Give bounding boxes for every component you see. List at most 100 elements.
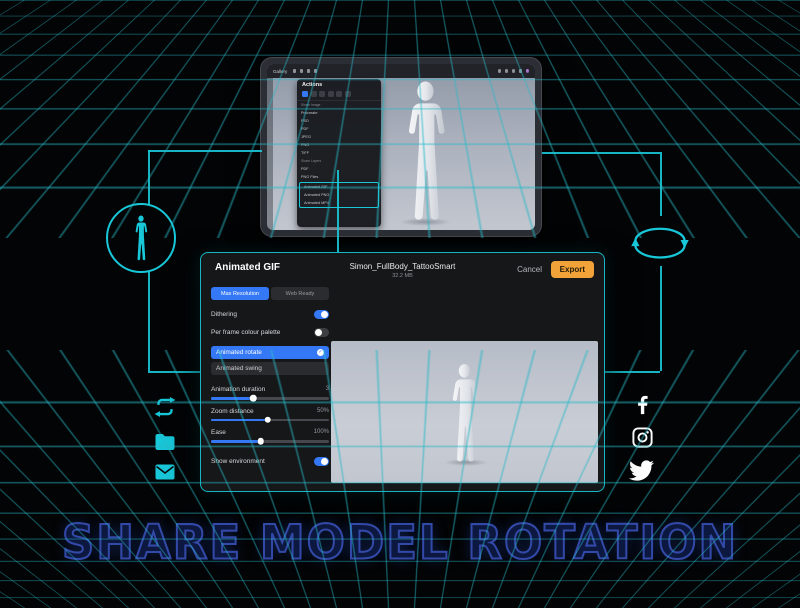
video-tab-icon[interactable] — [319, 91, 325, 97]
help-tab-icon[interactable] — [336, 91, 342, 97]
share-tab-icon[interactable] — [302, 91, 308, 97]
twitter-icon — [629, 458, 654, 488]
slider-value: 50% — [317, 408, 329, 415]
zoom-distance-slider: Zoom distance 50% — [211, 408, 329, 422]
tablet-mockup: Gallery Actions — [260, 57, 542, 237]
menu-item[interactable]: PDF — [297, 125, 381, 133]
slider-fill — [211, 440, 261, 443]
layers-icon[interactable] — [519, 69, 523, 73]
connector-line — [148, 150, 262, 152]
cancel-button[interactable]: Cancel — [517, 265, 542, 274]
model-3d-figure — [443, 363, 486, 463]
menu-item[interactable]: PNG — [297, 141, 381, 149]
menu-item[interactable]: Procreate — [297, 109, 381, 117]
menu-item[interactable]: TIFF — [297, 149, 381, 157]
actions-menu-tabs — [297, 90, 381, 101]
connector-line — [660, 152, 662, 216]
banner: SHARE MODEL ROTATION — [0, 516, 800, 569]
misc-tab-icon[interactable] — [345, 91, 351, 97]
per-frame-palette-label: Per frame colour palette — [211, 329, 280, 336]
slider-track[interactable] — [211, 397, 329, 400]
adjustments-icon[interactable] — [300, 69, 304, 73]
dithering-row: Dithering — [211, 310, 329, 319]
slider-label: Zoom distance — [211, 408, 254, 415]
resolution-tab[interactable]: Max Resolution — [211, 287, 269, 300]
connector-line — [148, 150, 150, 204]
resolution-tab[interactable]: Web Ready — [271, 287, 329, 300]
per-frame-palette-row: Per frame colour palette — [211, 328, 329, 337]
transform-icon[interactable] — [314, 69, 318, 73]
model-figure-icon — [106, 203, 176, 273]
actions-menu: Actions Share ImageProcreatePSDPDFJPEGPN… — [297, 79, 381, 227]
gallery-button[interactable]: Gallery — [273, 69, 287, 74]
menu-item[interactable]: PSD — [297, 117, 381, 125]
selection-icon[interactable] — [307, 69, 311, 73]
checkmark-icon: ✓ — [317, 349, 324, 356]
slider-fill — [211, 397, 253, 400]
menu-item[interactable]: Animated GIF — [300, 183, 378, 191]
show-environment-row: Show environment — [211, 457, 329, 466]
actions-menu-rows: Share ImageProcreatePSDPDFJPEGPNGTIFFSha… — [297, 101, 381, 208]
connector-line — [660, 266, 662, 371]
slider-fill — [211, 419, 268, 422]
actions-menu-title: Actions — [297, 79, 381, 90]
toggle-knob — [321, 311, 328, 318]
per-frame-palette-toggle[interactable] — [314, 328, 329, 337]
slider-thumb[interactable] — [250, 395, 257, 402]
gif-preview — [331, 341, 598, 483]
dialog-title: Animated GIF — [215, 262, 280, 273]
menu-item[interactable]: JPEG — [297, 133, 381, 141]
poster-stage: Gallery Actions — [0, 0, 800, 608]
export-settings: Max Resolution Web Ready Dithering Per f… — [211, 287, 329, 466]
color-swatch-icon[interactable] — [526, 69, 530, 73]
toggle-knob — [315, 329, 322, 336]
mail-icon — [151, 460, 179, 489]
connector-line — [605, 371, 660, 373]
brush-icon[interactable] — [498, 69, 502, 73]
slider-value: 100% — [314, 429, 329, 436]
share-arrows-icon — [152, 394, 178, 425]
banner-title: SHARE MODEL ROTATION — [62, 515, 738, 570]
file-size: 32.2 MB — [201, 273, 604, 279]
connector-line — [542, 152, 660, 154]
show-environment-label: Show environment — [211, 458, 265, 465]
slider-thumb[interactable] — [257, 438, 264, 445]
menu-item[interactable]: Animated PNG — [300, 191, 378, 199]
menu-item: Share Image — [297, 101, 381, 109]
slider-label: Animation duration — [211, 386, 265, 393]
menu-item[interactable]: PDF — [297, 165, 381, 173]
slider-track[interactable] — [211, 440, 329, 443]
menu-item: Share Layers — [297, 157, 381, 165]
export-button[interactable]: Export — [551, 261, 594, 278]
animated-gif-dialog: Animated GIF Simon_FullBody_TattooSmart … — [200, 252, 605, 492]
dithering-toggle[interactable] — [314, 310, 329, 319]
smudge-icon[interactable] — [505, 69, 509, 73]
slider-track[interactable] — [211, 419, 329, 422]
procreate-toolbar: Gallery — [267, 64, 535, 78]
mode-label: Animated swing — [216, 365, 262, 372]
person-icon — [131, 215, 151, 261]
dithering-label: Dithering — [211, 311, 237, 318]
animated-rotate-option[interactable]: Animated rotate ✓ — [211, 346, 329, 359]
wrench-icon[interactable] — [293, 69, 297, 73]
animated-swing-option[interactable]: Animated swing ✓ — [211, 362, 329, 375]
show-environment-toggle[interactable] — [314, 457, 329, 466]
resolution-segmented-control: Max Resolution Web Ready — [211, 287, 329, 300]
facebook-icon — [632, 394, 654, 421]
prefs-tab-icon[interactable] — [328, 91, 334, 97]
mode-label: Animated rotate — [216, 349, 262, 356]
folder-icon — [151, 430, 179, 459]
canvas-tab-icon[interactable] — [311, 91, 317, 97]
tablet-screen: Gallery Actions — [267, 64, 535, 230]
model-3d-figure — [395, 80, 456, 222]
slider-label: Ease — [211, 429, 226, 436]
slider-value: 3 — [326, 386, 329, 393]
eraser-icon[interactable] — [512, 69, 516, 73]
connector-line — [148, 272, 150, 371]
menu-item[interactable]: PNG Files — [297, 173, 381, 181]
canvas-sidebar[interactable] — [267, 78, 273, 230]
menu-item[interactable]: Animated MP4 — [300, 199, 378, 207]
highlight-box: Animated GIFAnimated PNGAnimated MP4 — [299, 182, 379, 208]
slider-thumb[interactable] — [264, 417, 271, 424]
rotate-cycle-icon — [621, 214, 699, 266]
